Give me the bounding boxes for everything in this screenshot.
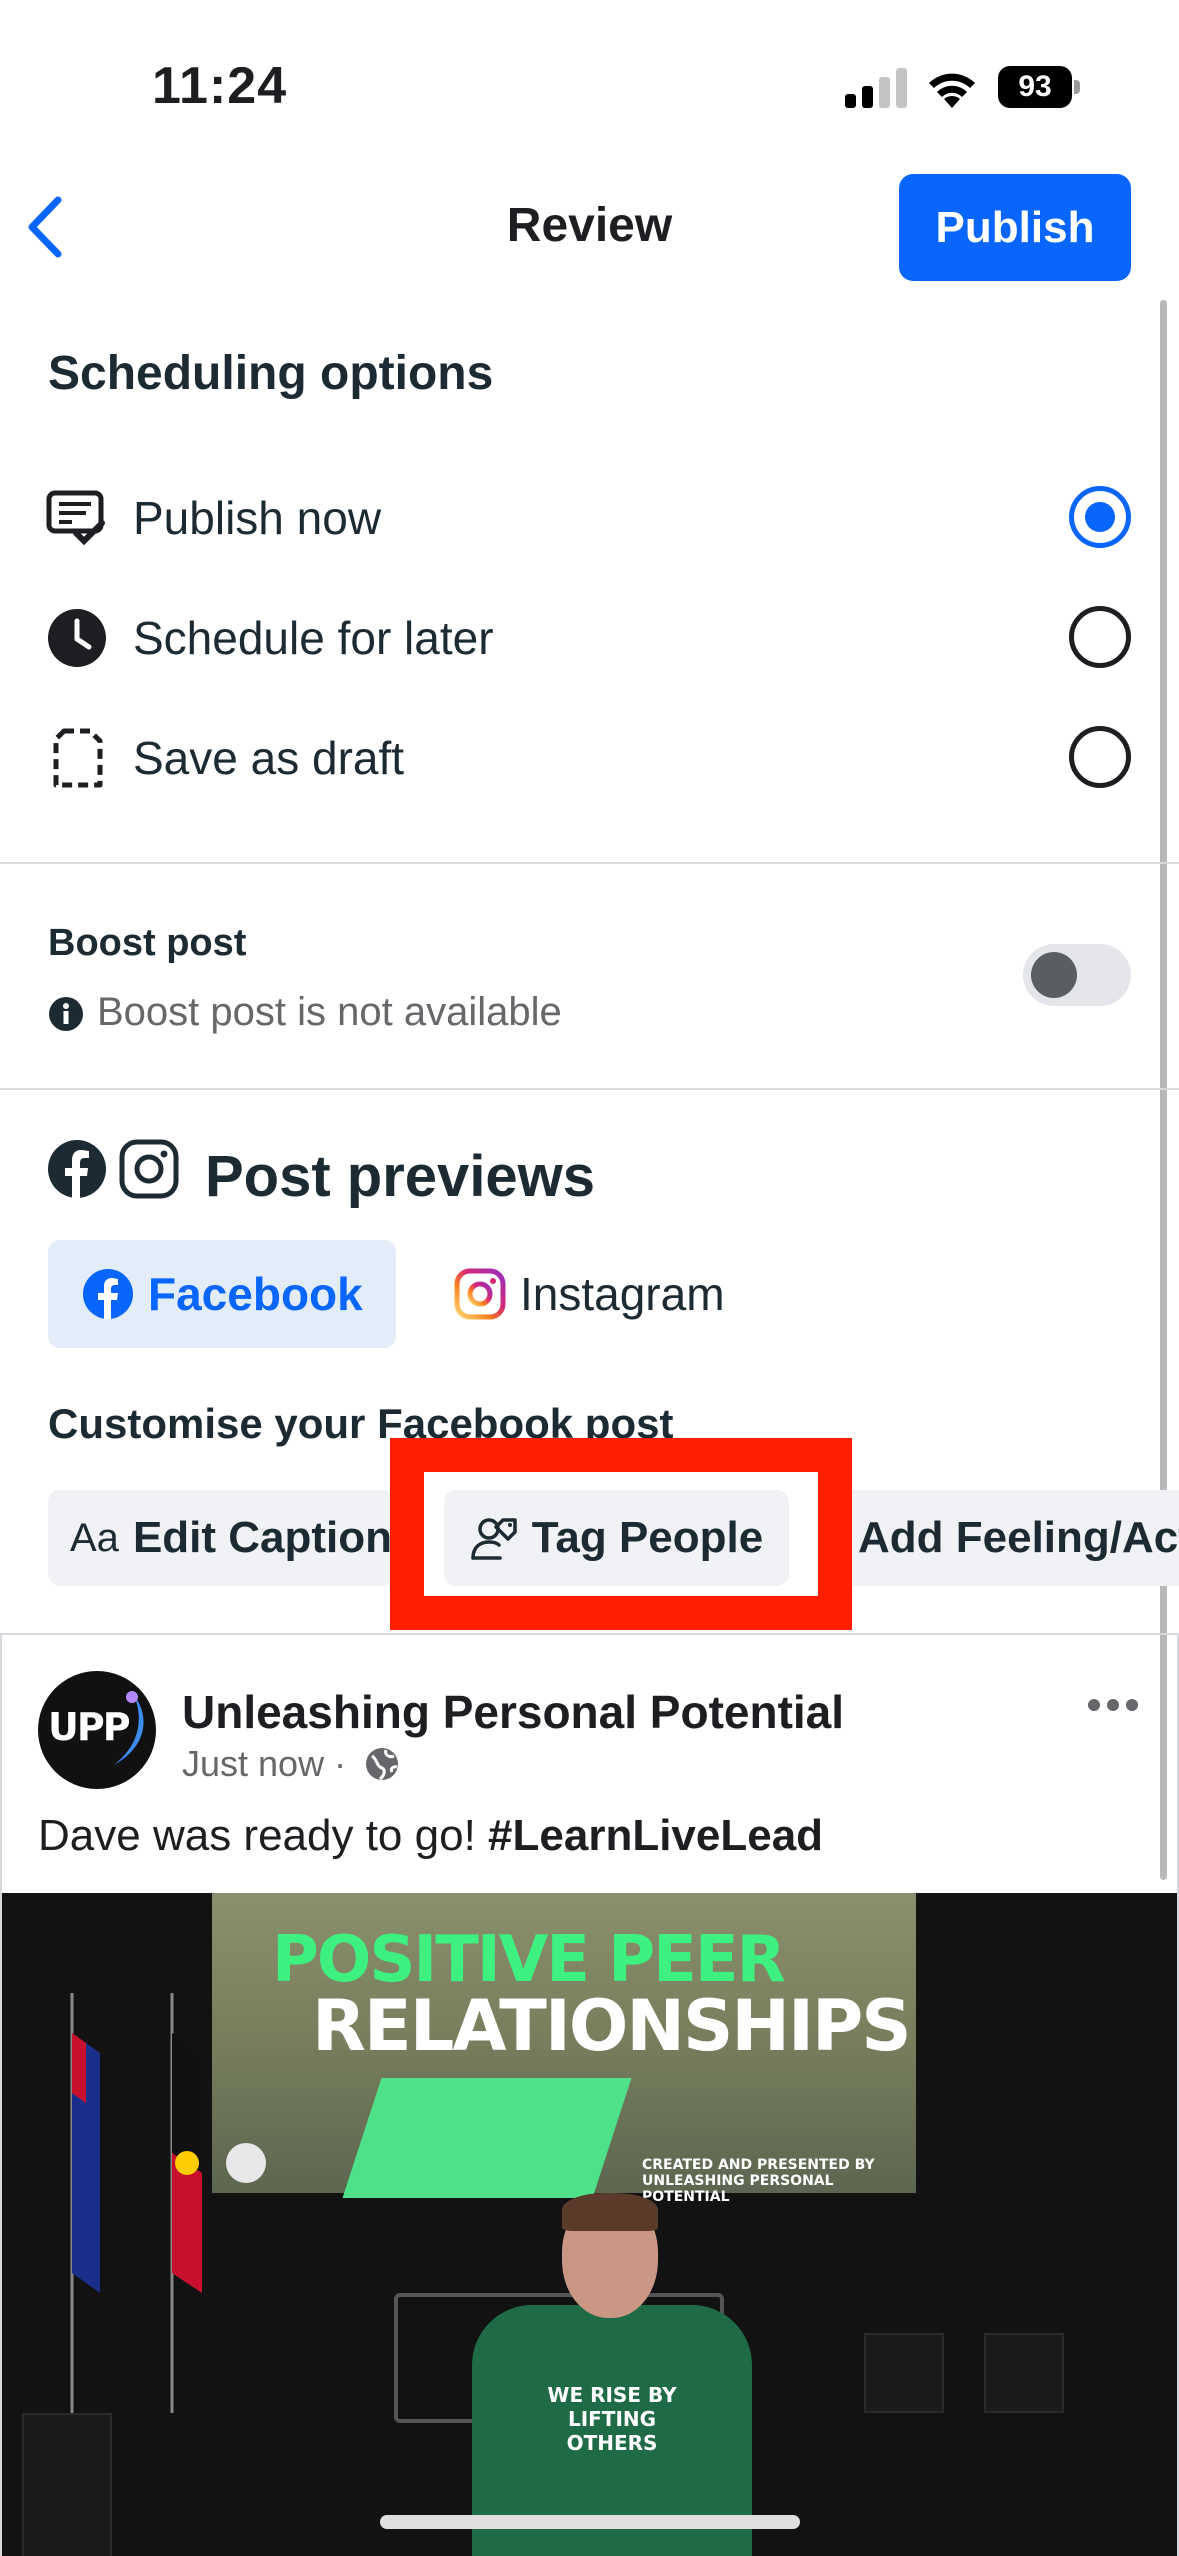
option-label: Publish now (133, 492, 382, 544)
cellular-signal-icon (845, 68, 907, 108)
aboriginal-flag (170, 1993, 202, 2413)
post-caption: Dave was ready to go! #LearnLiveLead (38, 1811, 823, 1861)
post-preview-card: UPP Unleashing Personal Potential Just n… (0, 1633, 1179, 2556)
radio-publish-now[interactable] (1069, 486, 1131, 548)
globe-icon (366, 1748, 399, 1781)
edit-caption-button[interactable]: Aa Edit Caption (48, 1490, 394, 1586)
australian-flag (70, 1993, 100, 2413)
instagram-icon (119, 1139, 179, 1199)
facebook-logo-icon (83, 1269, 133, 1319)
status-bar: 11:24 93 (0, 0, 1179, 170)
radio-save-draft[interactable] (1069, 726, 1131, 788)
shirt-print-line1: WE RISE BY (547, 2383, 677, 2407)
home-indicator[interactable] (380, 2515, 800, 2529)
slide-logo (226, 2143, 266, 2183)
wifi-icon (929, 73, 975, 108)
post-checklist-icon (46, 490, 105, 546)
page-name[interactable]: Unleashing Personal Potential (182, 1685, 844, 1739)
add-feeling-button[interactable]: Add Feeling/Activity (830, 1490, 1179, 1586)
post-hashtag[interactable]: #LearnLiveLead (488, 1811, 823, 1860)
boost-title: Boost post (48, 922, 247, 964)
status-time: 11:24 (152, 57, 288, 115)
meta-separator: · (334, 1743, 347, 1784)
slide-graphic (342, 2078, 632, 2198)
battery-level: 93 (998, 66, 1072, 108)
toggle-knob (1031, 952, 1077, 998)
option-save-draft[interactable]: Save as draft (0, 705, 1179, 805)
post-meta: Just now · (182, 1743, 400, 1785)
option-publish-now[interactable]: Publish now (0, 465, 1179, 565)
option-label: Save as draft (133, 732, 405, 784)
post-caption-text: Dave was ready to go! (38, 1811, 476, 1860)
chip-label: Edit Caption (132, 1513, 393, 1562)
projector-screen: POSITIVE PEER RELATIONSHIPS CREATED AND … (212, 1893, 916, 2205)
boost-note: Boost post is not available (97, 990, 562, 1034)
text-format-icon: Aa (70, 1515, 119, 1560)
boost-toggle[interactable] (1023, 944, 1131, 1006)
previews-title: Post previews (205, 1144, 596, 1209)
tab-facebook[interactable]: Facebook (48, 1240, 396, 1348)
option-schedule-later[interactable]: Schedule for later (0, 585, 1179, 685)
slide-credit-line1: CREATED AND PRESENTED BY (642, 2157, 875, 2173)
logo-swoosh-icon (114, 1691, 144, 1765)
chip-label: Add Feeling/Activity (858, 1513, 1179, 1562)
shirt-print: WE RISE BY LIFTING OTHERS (547, 2383, 677, 2455)
slide-title-line2: RELATIONSHIPS (312, 1985, 912, 2067)
facebook-icon (48, 1140, 106, 1198)
divider (0, 1088, 1179, 1090)
instagram-logo-icon (454, 1268, 506, 1320)
clock-icon (48, 609, 106, 667)
tab-label: Facebook (148, 1268, 363, 1320)
more-options-icon[interactable] (1086, 1695, 1140, 1715)
info-icon (49, 997, 83, 1031)
divider (0, 862, 1179, 864)
avatar: UPP (38, 1671, 156, 1789)
shirt-print-line2: LIFTING OTHERS (566, 2407, 658, 2455)
radio-schedule-later[interactable] (1069, 606, 1131, 668)
tab-label: Instagram (520, 1268, 725, 1320)
post-time: Just now (182, 1743, 325, 1784)
publish-button[interactable]: Publish (899, 174, 1131, 281)
battery-icon: 93 (998, 66, 1080, 108)
draft-document-icon (53, 728, 103, 788)
slide-credit-line2: UNLEASHING PERSONAL POTENTIAL (642, 2173, 834, 2205)
option-label: Schedule for later (133, 612, 494, 664)
tab-instagram[interactable]: Instagram (440, 1240, 770, 1348)
highlight-annotation (390, 1438, 852, 1630)
scheduling-title: Scheduling options (48, 347, 494, 400)
post-image: POSITIVE PEER RELATIONSHIPS CREATED AND … (2, 1893, 1177, 2556)
header-bar: Review Publish (0, 170, 1179, 285)
slide-credit: CREATED AND PRESENTED BY UNLEASHING PERS… (642, 2157, 916, 2205)
